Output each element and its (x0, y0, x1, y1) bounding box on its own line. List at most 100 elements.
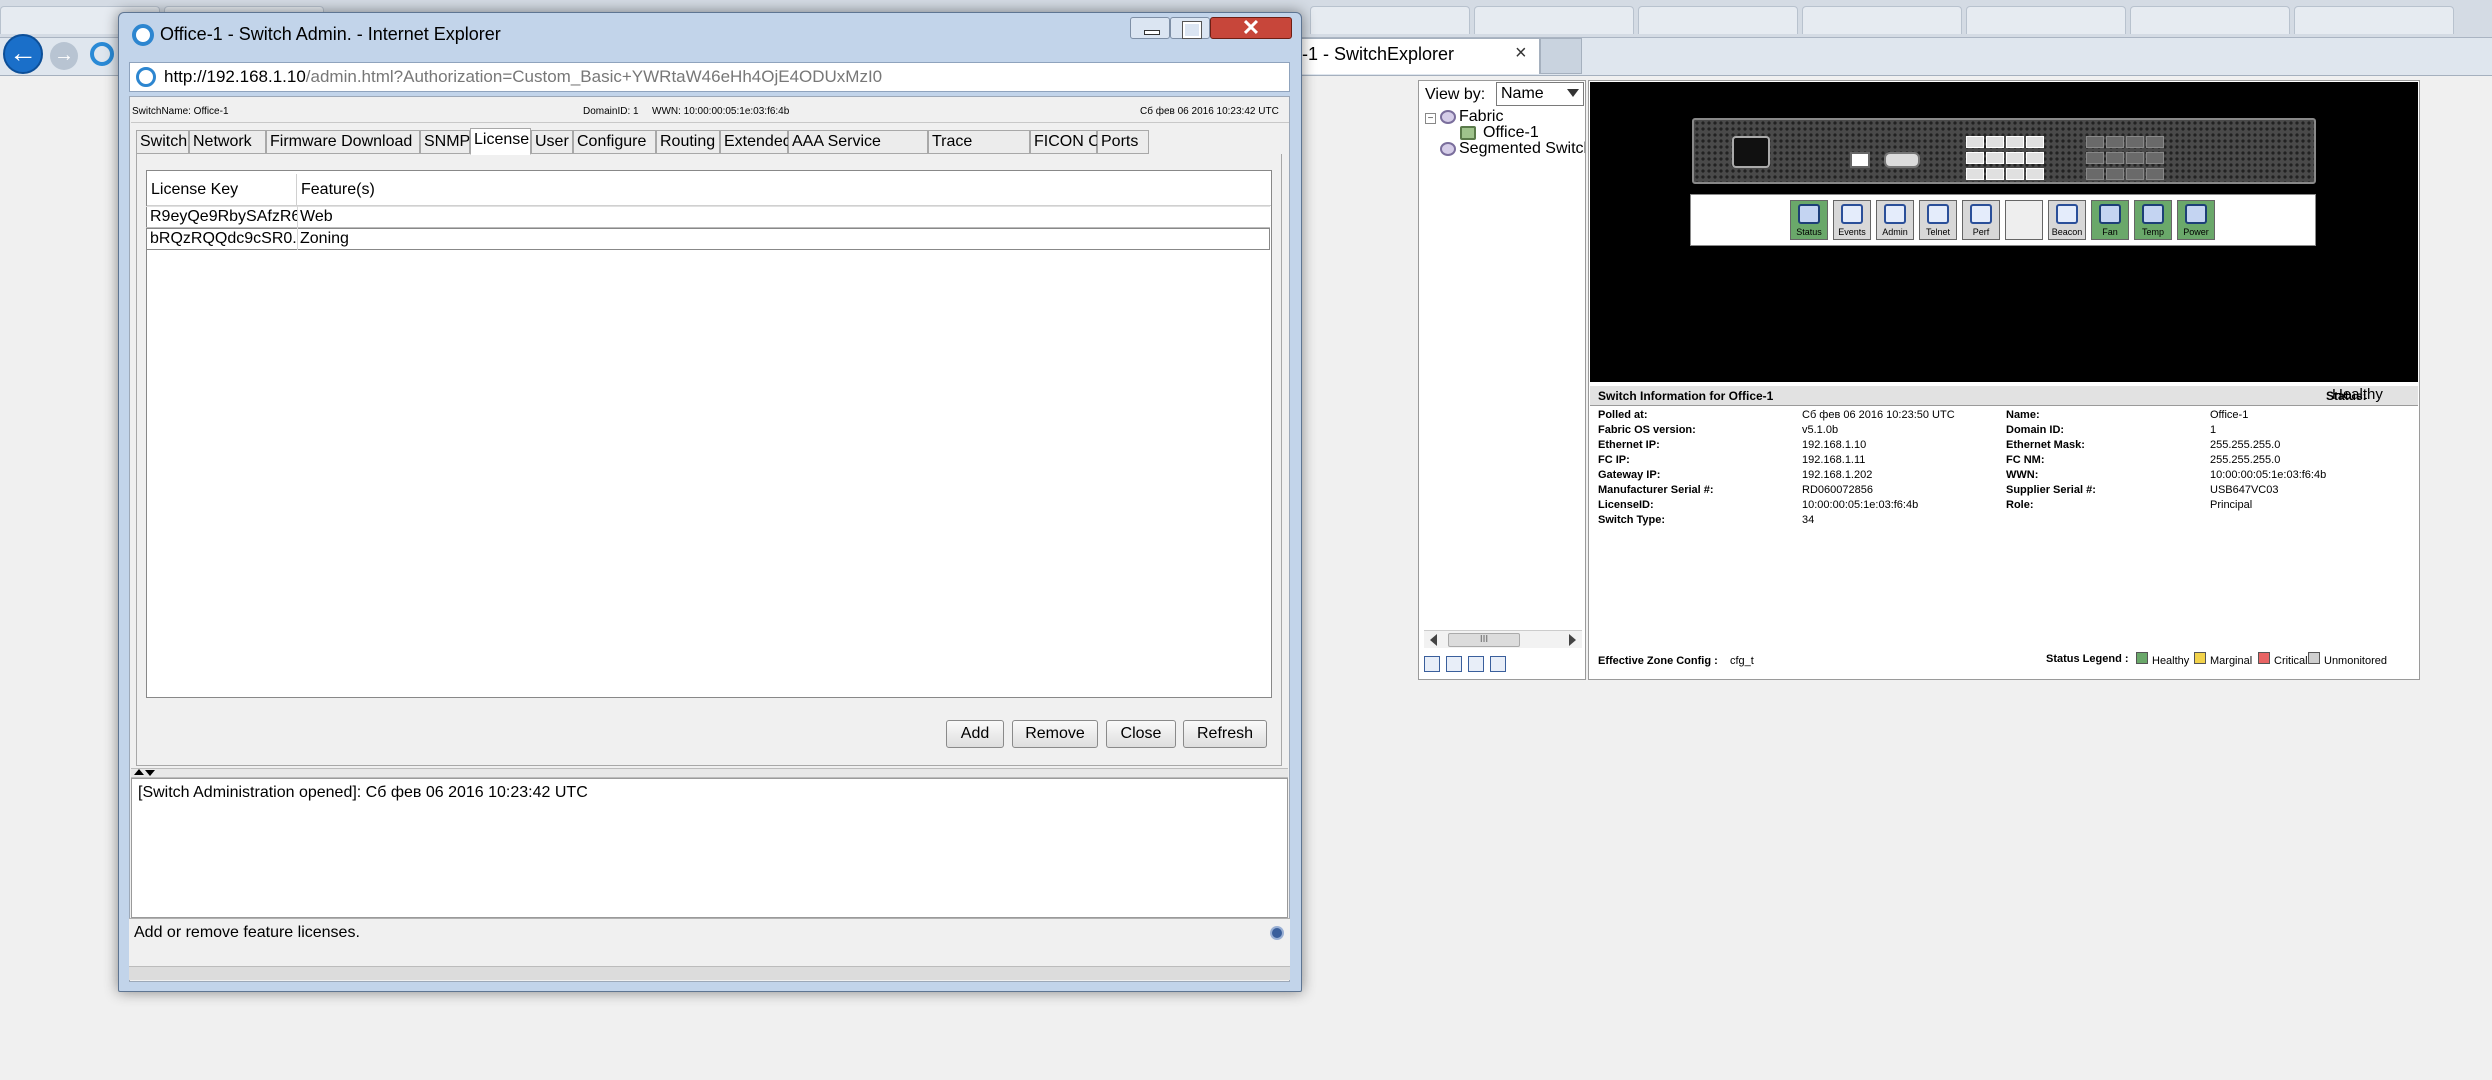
tab-snmp[interactable]: SNMP (420, 130, 470, 154)
tab-network[interactable]: Network (189, 130, 266, 154)
scroll-thumb[interactable]: III (1448, 633, 1520, 647)
expand-up-icon[interactable] (134, 769, 144, 775)
tab-ficon-cup[interactable]: FICON CUP (1030, 130, 1122, 154)
minimize-button[interactable] (1130, 17, 1170, 39)
background-tab[interactable] (1474, 6, 1634, 34)
fc-port[interactable] (2146, 168, 2164, 180)
telnet-button[interactable]: Telnet (1919, 200, 1957, 240)
fc-port[interactable] (1966, 168, 1984, 180)
fc-port[interactable] (2126, 152, 2144, 164)
license-key-cell: bRQzRQQdc9cSR0... (150, 230, 297, 247)
fc-port[interactable] (1986, 168, 2004, 180)
fc-port[interactable] (1966, 136, 1984, 148)
tab-license[interactable]: License (470, 128, 531, 155)
switch-chassis[interactable] (1692, 118, 2316, 184)
close-window-button[interactable]: ✕ (1210, 17, 1292, 39)
info-key: Switch Type: (1598, 514, 1666, 526)
fc-port[interactable] (2106, 136, 2124, 148)
back-button[interactable]: ← (3, 34, 43, 74)
fc-port[interactable] (2146, 136, 2164, 148)
fc-port[interactable] (2086, 168, 2104, 180)
fc-port[interactable] (2086, 152, 2104, 164)
events-icon (1841, 204, 1863, 224)
perf-button[interactable]: Perf (1962, 200, 2000, 240)
expand-down-icon[interactable] (145, 770, 155, 776)
temp-button[interactable]: Temp (2134, 200, 2172, 240)
blank-button[interactable] (2005, 200, 2043, 240)
fc-port[interactable] (1986, 152, 2004, 164)
tab-routing[interactable]: Routing (656, 130, 720, 154)
fc-port[interactable] (2126, 168, 2144, 180)
fc-port[interactable] (2106, 168, 2124, 180)
view-by-select[interactable]: Name (1496, 82, 1584, 106)
status-button[interactable]: Status (1790, 200, 1828, 240)
close-button[interactable]: Close (1106, 720, 1176, 748)
tree-tool-icon[interactable] (1424, 656, 1440, 672)
fc-port[interactable] (1986, 136, 2004, 148)
fc-port[interactable] (2026, 152, 2044, 164)
tab-user[interactable]: User (531, 130, 573, 154)
tab-aaa-service[interactable]: AAA Service (788, 130, 928, 154)
status-text: Add or remove feature licenses. (134, 924, 360, 941)
info-value: Principal (2210, 499, 2253, 511)
info-key: Polled at: (1598, 409, 1648, 421)
beacon-button[interactable]: Beacon (2048, 200, 2086, 240)
license-key-cell: R9eyQe9RbySAfzR6 (150, 208, 297, 225)
refresh-button[interactable]: Refresh (1183, 720, 1267, 748)
table-tool-icon[interactable] (1468, 656, 1484, 672)
address-url[interactable]: http://192.168.1.10/admin.html?Authoriza… (164, 67, 882, 87)
power-button[interactable]: Power (2177, 200, 2215, 240)
horizontal-scrollbar[interactable]: III (1424, 630, 1582, 648)
tab-extended-fabric[interactable]: Extended Fabric (720, 130, 841, 154)
tab-ports[interactable]: Ports (1097, 130, 1149, 154)
legend-label: Healthy (2152, 655, 2190, 667)
fc-port[interactable] (2006, 152, 2024, 164)
fc-port[interactable] (1966, 152, 1984, 164)
layout-tool-icon[interactable] (1490, 656, 1506, 672)
column-features[interactable]: Feature(s) (297, 174, 1271, 206)
fc-port[interactable] (2126, 136, 2144, 148)
fc-port[interactable] (2006, 136, 2024, 148)
beacon-icon (2056, 204, 2078, 224)
scroll-left-icon[interactable] (1430, 634, 1437, 646)
fc-port[interactable] (2006, 168, 2024, 180)
forward-button[interactable]: → (50, 42, 78, 70)
info-key: LicenseID: (1598, 499, 1654, 511)
split-divider[interactable] (131, 768, 1288, 778)
tab-configure[interactable]: Configure (573, 130, 656, 154)
background-tab[interactable] (1966, 6, 2126, 34)
switch-button-bar (1690, 194, 2316, 246)
add-button[interactable]: Add (946, 720, 1004, 748)
scroll-right-icon[interactable] (1569, 634, 1576, 646)
fc-port[interactable] (2026, 136, 2044, 148)
background-tab[interactable] (1638, 6, 1798, 34)
background-tab[interactable] (2294, 6, 2454, 34)
fan-button[interactable]: Fan (2091, 200, 2129, 240)
column-license-key[interactable]: License Key (147, 174, 297, 206)
tree-item-segmented[interactable]: Segmented Switch (1459, 140, 1585, 158)
tab-trace[interactable]: Trace (928, 130, 1030, 154)
grid-tool-icon[interactable] (1446, 656, 1462, 672)
background-tab[interactable] (1802, 6, 1962, 34)
info-value: 255.255.255.0 (2210, 454, 2281, 466)
events-button[interactable]: Events (1833, 200, 1871, 240)
ie-icon (90, 42, 114, 66)
new-tab-button[interactable] (1540, 38, 1582, 74)
info-key: Supplier Serial #: (2006, 484, 2096, 496)
timestamp: Сб фев 06 2016 10:23:42 UTC (1140, 106, 1279, 117)
fc-port[interactable] (2106, 152, 2124, 164)
remove-button[interactable]: Remove (1012, 720, 1098, 748)
maximize-button[interactable] (1170, 17, 1210, 39)
background-tab[interactable] (1310, 6, 1470, 34)
divider (131, 122, 1289, 123)
tab-close-button[interactable]: × (1515, 42, 1527, 65)
background-tab[interactable] (2130, 6, 2290, 34)
admin-button[interactable]: Admin (1876, 200, 1914, 240)
tab-switch[interactable]: Switch (136, 130, 189, 154)
fc-port[interactable] (2146, 152, 2164, 164)
feature-cell: Zoning (300, 230, 349, 247)
fc-port[interactable] (2086, 136, 2104, 148)
collapse-icon[interactable]: − (1425, 113, 1436, 124)
tab-firmware-download[interactable]: Firmware Download (266, 130, 420, 154)
fc-port[interactable] (2026, 168, 2044, 180)
